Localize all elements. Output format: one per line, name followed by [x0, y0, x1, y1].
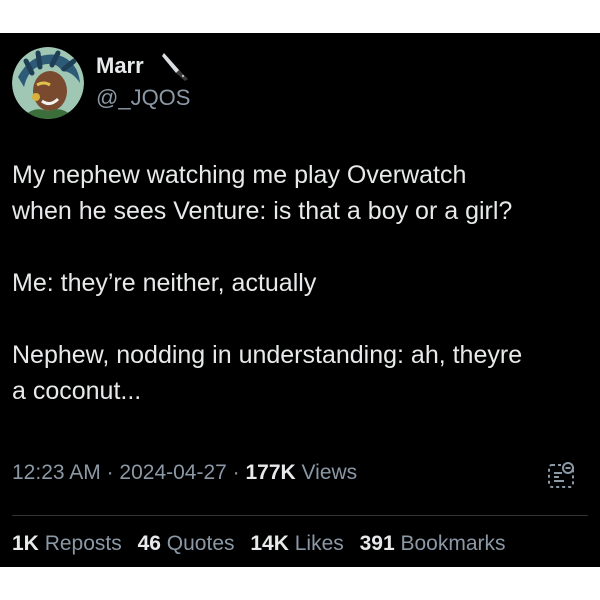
reposts-label: Reposts [44, 532, 122, 555]
tweet-text: My nephew watching me play Overwatch whe… [12, 161, 523, 405]
tweet-card: Marr @_JQOS My nephew watching me play O… [0, 33, 600, 567]
tweet-time[interactable]: 12:23 AM [12, 461, 101, 484]
engagement-stats: 1K Reposts 46 Quotes 14K Likes 391 Bookm… [12, 532, 516, 556]
likes-label: Likes [294, 532, 344, 555]
knife-icon [162, 53, 188, 81]
meta-separator: · [226, 461, 246, 484]
tweet-meta: 12:23 AM · 2024-04-27 · 177K Views [12, 461, 357, 485]
tweet-date[interactable]: 2024-04-27 [119, 461, 226, 484]
display-name[interactable]: Marr [96, 53, 144, 79]
bookmarks-stat[interactable]: 391 Bookmarks [360, 532, 506, 555]
avatar-image [12, 47, 84, 119]
meta-separator: · [100, 461, 120, 484]
quotes-stat[interactable]: 46 Quotes [138, 532, 235, 555]
likes-stat[interactable]: 14K Likes [250, 532, 343, 555]
views-label: Views [295, 461, 358, 484]
reposts-count: 1K [12, 532, 39, 555]
views-count: 177K [245, 461, 296, 484]
bookmarks-label: Bookmarks [400, 532, 506, 555]
quotes-count: 46 [137, 532, 161, 555]
reposts-stat[interactable]: 1K Reposts [12, 532, 122, 555]
quotes-label: Quotes [166, 532, 235, 555]
bookmarks-count: 391 [359, 532, 395, 555]
user-handle[interactable]: @_JQOS [96, 85, 190, 111]
avatar[interactable] [12, 47, 84, 119]
analytics-icon[interactable] [546, 459, 580, 491]
divider [12, 515, 588, 516]
likes-count: 14K [250, 532, 289, 555]
